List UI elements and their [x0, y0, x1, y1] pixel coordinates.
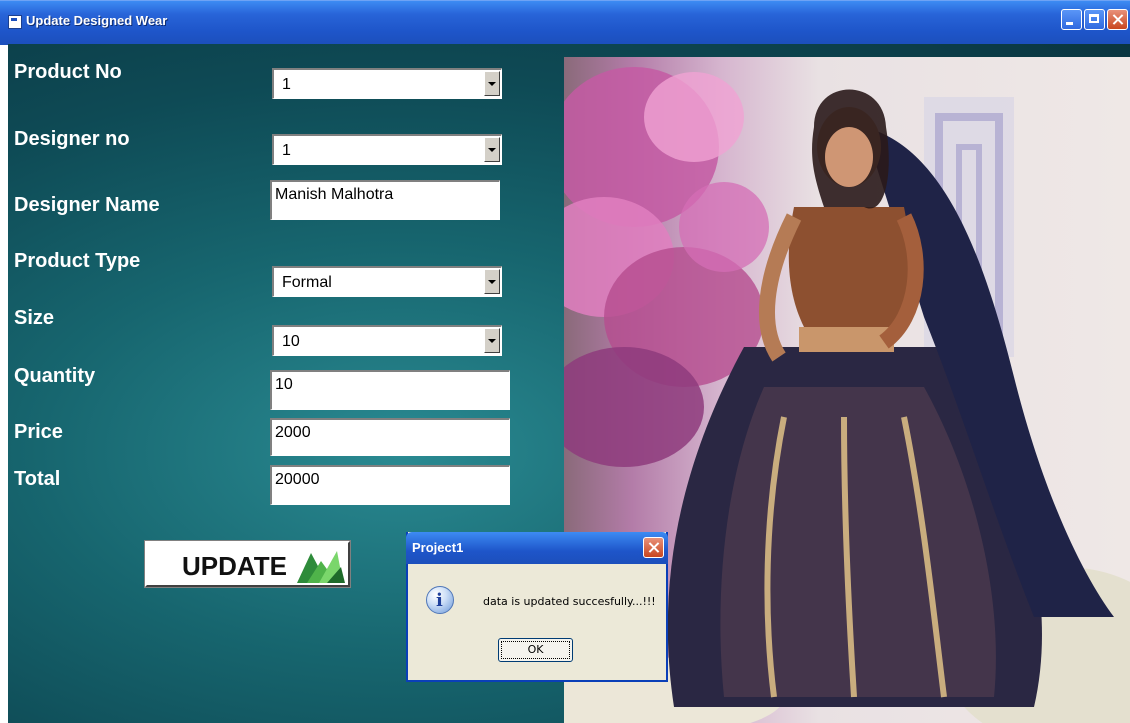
- close-button[interactable]: [1107, 9, 1128, 30]
- quantity-label: Quantity: [14, 365, 96, 387]
- size-label: Size: [14, 307, 55, 329]
- dialog-message: data is updated succesfully...!!!: [483, 595, 656, 608]
- product-type-combo[interactable]: Formal: [272, 266, 502, 297]
- designer-name-label: Designer Name: [14, 194, 160, 216]
- price-field[interactable]: 2000: [270, 418, 510, 456]
- message-dialog: Project1 i data is updated succesfully..…: [406, 532, 668, 682]
- designer-name-value: Manish Malhotra: [275, 186, 394, 203]
- leaf-icon: [297, 551, 345, 583]
- total-label: Total: [14, 468, 61, 490]
- designer-name-field[interactable]: Manish Malhotra: [270, 180, 500, 220]
- designer-no-label: Designer no: [14, 128, 130, 150]
- update-button-label: UPDATE: [182, 551, 287, 581]
- info-icon: i: [426, 586, 454, 614]
- update-button[interactable]: UPDATE: [144, 540, 351, 588]
- designer-no-value: 1: [282, 142, 291, 159]
- designer-no-combo[interactable]: 1: [272, 134, 502, 165]
- window-icon[interactable]: [8, 15, 22, 29]
- size-value: 10: [282, 333, 300, 350]
- dialog-close-button[interactable]: [643, 537, 664, 558]
- chevron-down-icon[interactable]: [484, 137, 500, 162]
- product-type-value: Formal: [282, 274, 332, 291]
- dialog-title: Project1: [412, 540, 464, 555]
- price-label: Price: [14, 421, 63, 443]
- ok-button[interactable]: OK: [498, 638, 573, 662]
- title-bar[interactable]: Update Designed Wear: [0, 0, 1130, 45]
- maximize-button[interactable]: [1084, 9, 1105, 30]
- product-no-combo[interactable]: 1: [272, 68, 502, 99]
- quantity-value: 10: [275, 376, 293, 393]
- dialog-title-bar[interactable]: Project1: [406, 532, 668, 564]
- total-field[interactable]: 20000: [270, 465, 510, 505]
- quantity-field[interactable]: 10: [270, 370, 510, 410]
- minimize-button[interactable]: [1061, 9, 1082, 30]
- price-value: 2000: [275, 424, 311, 441]
- window-title: Update Designed Wear: [26, 13, 168, 28]
- total-value: 20000: [275, 471, 320, 488]
- product-no-value: 1: [282, 76, 291, 93]
- app-window: Update Designed Wear Product No Designer…: [0, 0, 1130, 723]
- product-type-label: Product Type: [14, 250, 141, 272]
- product-no-label: Product No: [14, 61, 122, 83]
- chevron-down-icon[interactable]: [484, 328, 500, 353]
- chevron-down-icon[interactable]: [484, 269, 500, 294]
- chevron-down-icon[interactable]: [484, 71, 500, 96]
- size-combo[interactable]: 10: [272, 325, 502, 356]
